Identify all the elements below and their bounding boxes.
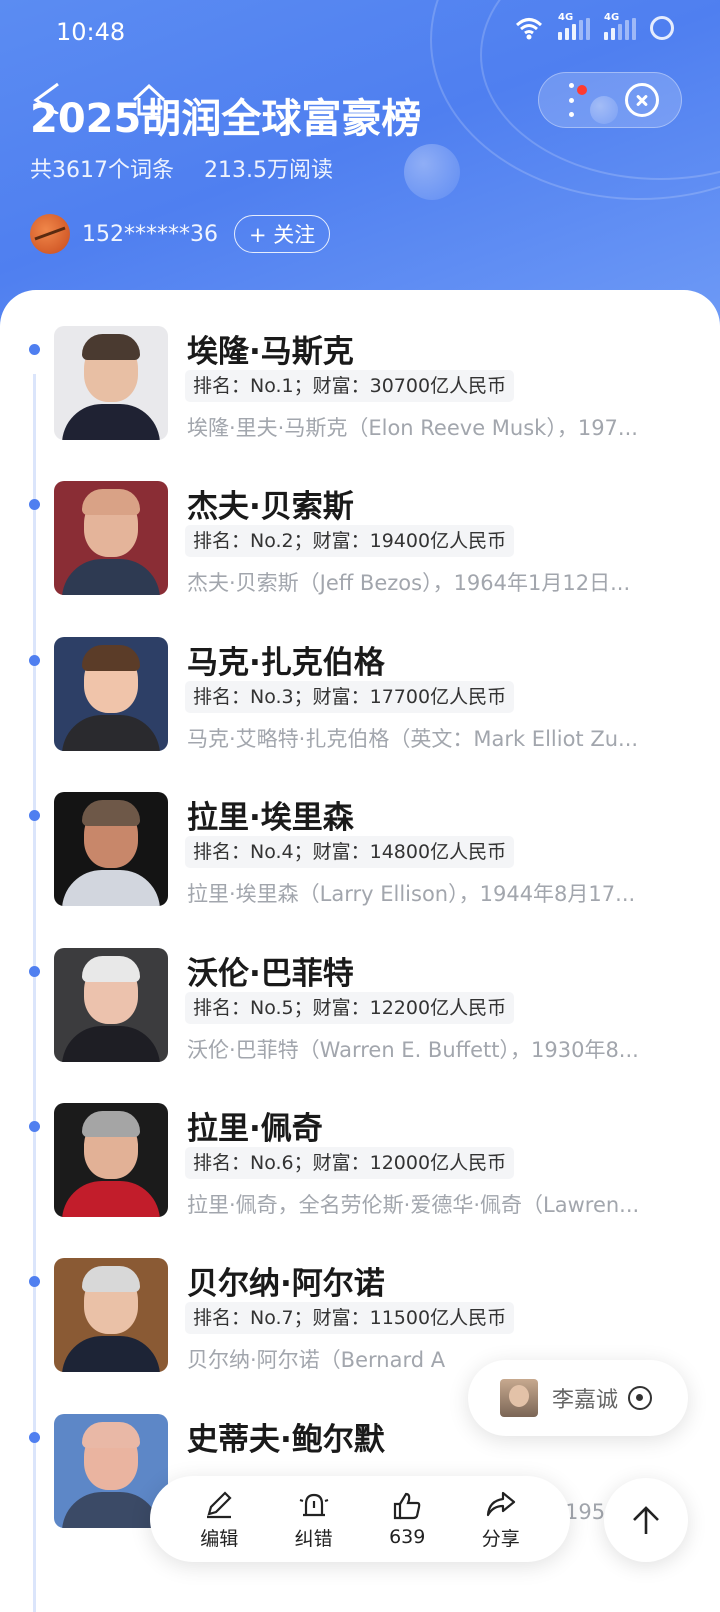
person-photo bbox=[54, 1258, 168, 1372]
share-button[interactable]: 分享 bbox=[482, 1488, 520, 1551]
timeline-dot bbox=[29, 810, 40, 821]
person-name: 拉里·佩奇 bbox=[187, 1111, 323, 1147]
avatar[interactable] bbox=[30, 214, 70, 254]
timeline-dot bbox=[29, 1121, 40, 1132]
wifi-icon bbox=[515, 18, 543, 40]
status-time: 10:48 bbox=[56, 18, 126, 46]
correct-button[interactable]: 纠错 bbox=[295, 1488, 333, 1551]
share-icon bbox=[486, 1491, 515, 1516]
entry-count: 共3617个词条 bbox=[30, 158, 174, 183]
thumbs-up-icon bbox=[394, 1492, 421, 1520]
list-item[interactable]: 拉里·埃里森 排名：No.4；财富：14800亿人民币 拉里·埃里森（Larry… bbox=[0, 756, 720, 916]
person-name: 埃隆·马斯克 bbox=[187, 334, 354, 370]
person-desc: 拉里·埃里森（Larry Ellison），1944年8月17... bbox=[187, 882, 636, 906]
status-bar: 10:48 4G 4G bbox=[0, 0, 720, 64]
more-icon[interactable] bbox=[561, 83, 587, 117]
person-name: 沃伦·巴菲特 bbox=[187, 956, 354, 992]
like-count: 639 bbox=[389, 1526, 426, 1548]
signal-icon: 4G bbox=[604, 12, 636, 40]
person-photo bbox=[54, 948, 168, 1062]
related-person-name: 李嘉诚 bbox=[552, 1388, 619, 1413]
person-desc: 杰夫·贝索斯（Jeff Bezos），1964年1月12日... bbox=[187, 571, 631, 595]
rank-tag: 排名：No.7；财富：11500亿人民币 bbox=[185, 1302, 515, 1334]
hero-header: 10:48 4G 4G 2025胡润全球富豪榜 共3617个词条 213.5万阅… bbox=[0, 0, 720, 340]
back-icon[interactable] bbox=[30, 80, 64, 114]
person-photo bbox=[54, 792, 168, 906]
correct-label: 纠错 bbox=[294, 1527, 333, 1550]
rank-tag: 排名：No.4；财富：14800亿人民币 bbox=[185, 836, 515, 868]
like-button[interactable]: 639 bbox=[389, 1490, 425, 1548]
list-item[interactable]: 拉里·佩奇 排名：No.6；财富：12000亿人民币 拉里·佩奇，全名劳伦斯·爱… bbox=[0, 1067, 720, 1227]
home-icon[interactable] bbox=[130, 80, 168, 118]
person-desc: 拉里·佩奇，全名劳伦斯·爱德华·佩奇（Lawren... bbox=[187, 1193, 640, 1217]
person-desc: 沃伦·巴菲特（Warren E. Buffett），1930年8... bbox=[187, 1038, 639, 1062]
locate-icon[interactable] bbox=[628, 1386, 653, 1410]
signal-icon: 4G bbox=[558, 12, 590, 40]
author-name[interactable]: 152******36 bbox=[82, 222, 218, 247]
rank-tag: 排名：No.2；财富：19400亿人民币 bbox=[185, 525, 515, 557]
list-item[interactable]: 杰夫·贝索斯 排名：No.2；财富：19400亿人民币 杰夫·贝索斯（Jeff … bbox=[0, 445, 720, 605]
timeline-dot bbox=[29, 1432, 40, 1443]
page-stats: 共3617个词条 213.5万阅读 bbox=[30, 152, 333, 184]
decor-orb bbox=[404, 144, 460, 200]
person-name: 马克·扎克伯格 bbox=[187, 645, 385, 681]
share-label: 分享 bbox=[481, 1527, 520, 1550]
timeline-dot bbox=[29, 499, 40, 510]
list-item[interactable]: 马克·扎克伯格 排名：No.3；财富：17700亿人民币 马克·艾略特·扎克伯格… bbox=[0, 601, 720, 761]
person-name: 贝尔纳·阿尔诺 bbox=[187, 1266, 385, 1302]
status-icons: 4G 4G bbox=[514, 12, 674, 40]
person-photo bbox=[54, 637, 168, 751]
person-name: 拉里·埃里森 bbox=[187, 800, 354, 836]
timeline-dot bbox=[29, 344, 40, 355]
person-desc: 埃隆·里夫·马斯克（Elon Reeve Musk），197... bbox=[187, 416, 638, 440]
avatar bbox=[500, 1379, 538, 1417]
rank-tag: 排名：No.6；财富：12000亿人民币 bbox=[185, 1147, 515, 1179]
scroll-top-button[interactable] bbox=[604, 1478, 688, 1562]
follow-button[interactable]: + 关注 bbox=[234, 215, 331, 253]
list-item[interactable]: 沃伦·巴菲特 排名：No.5；财富：12200亿人民币 沃伦·巴菲特（Warre… bbox=[0, 912, 720, 1072]
list-item[interactable]: 埃隆·马斯克 排名：No.1；财富：30700亿人民币 埃隆·里夫·马斯克（El… bbox=[0, 290, 720, 450]
person-photo bbox=[54, 481, 168, 595]
arrow-up-icon bbox=[633, 1506, 659, 1534]
network-type: 4G bbox=[604, 12, 620, 23]
list-item[interactable]: 贝尔纳·阿尔诺 排名：No.7；财富：11500亿人民币 贝尔纳·阿尔诺（Ber… bbox=[0, 1222, 720, 1382]
rank-tag: 排名：No.5；财富：12200亿人民币 bbox=[185, 992, 515, 1024]
timeline-dot bbox=[29, 655, 40, 666]
timeline-dot bbox=[29, 966, 40, 977]
pencil-icon bbox=[207, 1490, 232, 1518]
person-name: 杰夫·贝索斯 bbox=[187, 489, 354, 525]
author-row: 152******36 + 关注 bbox=[30, 214, 331, 254]
person-desc: 马克·艾略特·扎克伯格（英文：Mark Elliot Zu... bbox=[187, 727, 639, 751]
battery-icon bbox=[650, 16, 674, 40]
alarm-icon bbox=[299, 1493, 328, 1516]
person-photo bbox=[54, 326, 168, 440]
notification-dot bbox=[577, 85, 587, 95]
page-title: 2025胡润全球富豪榜 bbox=[30, 96, 422, 142]
read-count: 213.5万阅读 bbox=[204, 158, 333, 183]
rank-tag: 排名：No.1；财富：30700亿人民币 bbox=[185, 370, 515, 402]
close-icon[interactable] bbox=[625, 83, 659, 117]
bottom-toolbar: 编辑 纠错 639 分享 bbox=[150, 1476, 570, 1562]
person-photo bbox=[54, 1103, 168, 1217]
related-person-chip[interactable]: 李嘉诚 bbox=[468, 1360, 688, 1436]
network-type: 4G bbox=[558, 12, 574, 23]
person-name: 史蒂夫·鲍尔默 bbox=[187, 1422, 385, 1458]
mini-program-capsule bbox=[538, 72, 682, 128]
edit-label: 编辑 bbox=[200, 1527, 239, 1550]
timeline-dot bbox=[29, 1276, 40, 1287]
rank-tag: 排名：No.3；财富：17700亿人民币 bbox=[185, 681, 515, 713]
edit-button[interactable]: 编辑 bbox=[200, 1488, 238, 1551]
